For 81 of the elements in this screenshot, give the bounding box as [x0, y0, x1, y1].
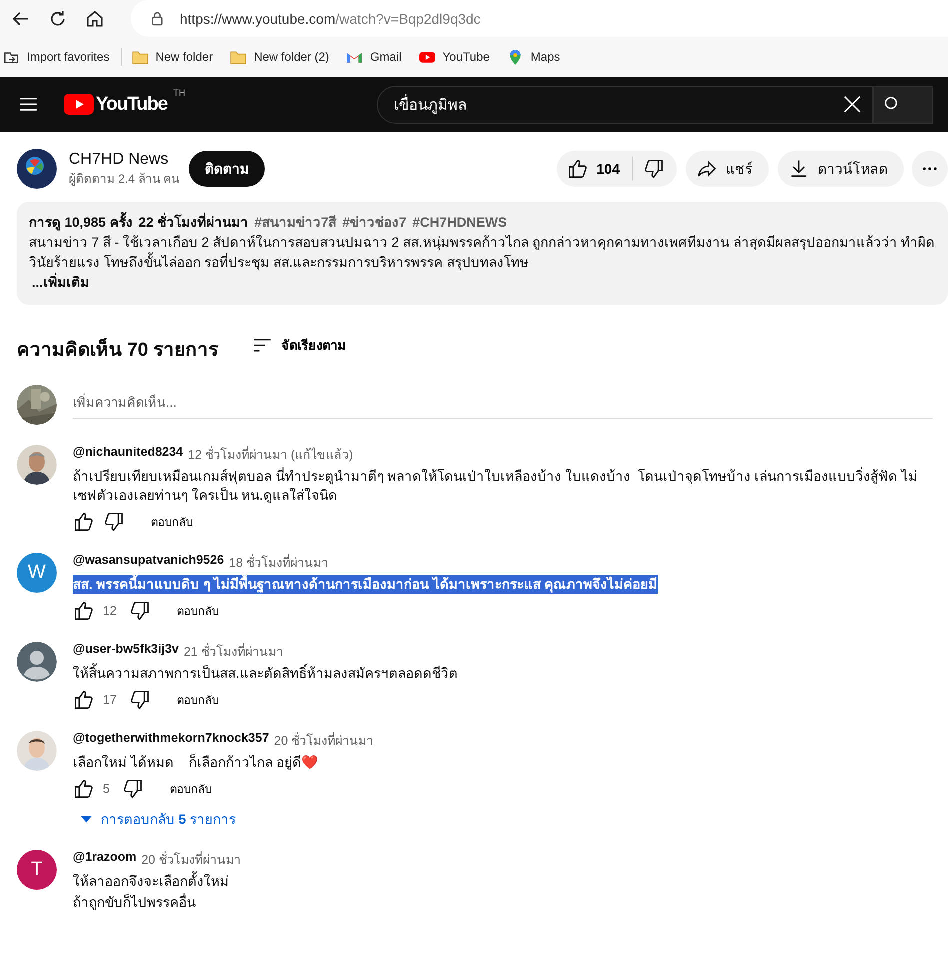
hashtag-link[interactable]: #CH7HDNEWS: [412, 213, 508, 233]
channel-avatar[interactable]: [17, 149, 57, 189]
bookmark[interactable]: New folder: [132, 48, 214, 66]
thumbs-up-icon: [73, 689, 95, 711]
dislike-button[interactable]: [122, 778, 144, 800]
reply-button[interactable]: ตอบกลับ: [176, 691, 219, 709]
comment-input[interactable]: เพิ่มความคิดเห็น...: [73, 391, 933, 419]
bookmark[interactable]: Maps: [506, 48, 560, 66]
channel-name[interactable]: CH7HD News: [69, 150, 189, 168]
replies-toggle[interactable]: การตอบกลับ 5 รายการ: [73, 808, 236, 830]
like-button[interactable]: [73, 689, 95, 711]
bookmark[interactable]: Import favorites: [3, 48, 110, 66]
comment-text: ให้สิ้นความสภาพการเป็นสส.และตัดสิทธิ์ห้ามลงสมัครฯตลอดดชีวิต: [73, 664, 918, 683]
more-icon: [923, 167, 937, 171]
user-avatar-icon[interactable]: [17, 642, 57, 682]
bookmark[interactable]: Gmail: [346, 48, 402, 66]
comment-time[interactable]: 12 ชั่วโมงที่ผ่านมา (แก้ไขแล้ว): [188, 445, 354, 465]
share-button[interactable]: แชร์: [686, 151, 769, 187]
share-arrow-icon: [696, 158, 718, 180]
menu-icon[interactable]: [19, 97, 38, 112]
thumbs-up-icon: [566, 158, 589, 180]
thumbs-up-icon: [73, 511, 95, 533]
upload-age: 22 ชั่วโมงที่ผ่านมา: [138, 213, 249, 233]
url-host: https://www.youtube.com: [180, 10, 336, 26]
reply-button[interactable]: ตอบกลับ: [176, 602, 219, 620]
dislike-button[interactable]: [128, 689, 151, 711]
like-count: 12: [103, 604, 117, 618]
download-button[interactable]: ดาวน์โหลด: [778, 151, 904, 187]
sort-icon: [252, 338, 272, 352]
comment-author[interactable]: @togetherwithmekorn7knock357: [73, 731, 270, 751]
letter-avatar[interactable]: W: [17, 553, 57, 593]
caret-icon: [81, 816, 92, 822]
hashtag-link[interactable]: #ข่าวช่อง7: [342, 213, 407, 233]
thumbs-up-icon: [73, 600, 95, 622]
subscriber-count: ผู้ติดตาม 2.4 ล้าน คน: [69, 170, 181, 188]
comment-author[interactable]: @user-bw5fk3ij3v: [73, 642, 179, 662]
subscribe-button[interactable]: ติดตาม: [189, 151, 265, 187]
bookmark[interactable]: New folder (2): [230, 48, 330, 66]
comment-author[interactable]: @1razoom: [73, 850, 137, 870]
thumbs-down-icon: [103, 511, 125, 533]
comment-text: เลือกใหม่ ได้หมด ก็เลือกก้าวไกล อยู่ดี❤: [73, 753, 320, 772]
description-text: สนามข่าว 7 สี - ใช้เวลาเกือบ 2 สัปดาห์ในการสอบสวนปมฉาว 2 สส.หนุ่มพรรคก้าวไกล ถูกกล่าวหาคุกคามทางเพศทีมงาน ล่าสุดมีผลสรุปออกมาแล้วว่า ทำผิดวินัยร้ายแรง โทษถึงขั้นไล่ออก รอที่ประชุม สส.และกรรมการบริหารพรรค สรุปบทลงโทษ: [29, 234, 936, 272]
hashtag-link[interactable]: #สนามข่าว7สี: [254, 213, 337, 233]
comment-text: ให้ลาออกจึงจะเลือกตั้งใหม่: [73, 872, 918, 891]
comment-author[interactable]: @wasansupatvanich9526: [73, 553, 224, 573]
show-more-link[interactable]: ...เพิ่มเติม: [32, 273, 90, 293]
play-icon: [64, 94, 94, 115]
comment-text: ถ้าถูกขับก็ไปพรรคอื่น: [73, 893, 197, 912]
thumbs-down-icon: [122, 778, 144, 800]
like-button[interactable]: [73, 778, 95, 800]
sort-button[interactable]: จัดเรียงตาม: [252, 334, 347, 356]
thumbs-down-icon: [128, 689, 151, 711]
letter-avatar[interactable]: T: [17, 850, 57, 890]
like-count: 17: [103, 693, 117, 707]
close-icon[interactable]: [843, 95, 862, 114]
search-field[interactable]: เขื่อนภูมิพล: [377, 86, 873, 124]
url-path: /watch?v=Bqp2dl9q3dc: [336, 10, 481, 26]
dislike-button[interactable]: [128, 600, 151, 622]
search-button[interactable]: [873, 86, 933, 124]
thumbs-up-icon: [73, 778, 95, 800]
comment-time[interactable]: 20 ชั่วโมงที่ผ่านมา: [274, 731, 374, 751]
dislike-button[interactable]: [103, 511, 125, 533]
comment-text: ถ้าเปรียบเทียบเหมือนเกมส์ฟุตบอล นี่ทำประตูนำมาตีๆ พลาดให้โดนเป่าใบเหลืองบ้าง ใบแดงบ้าง โดนเป่าจุดโทษบ้าง เล่นการเมืองแบบวิ่งสู้ฟัด ไม่เซฟตัวเองเลยท่านๆ ใครเป็น หน.ดูแลใส่ใจนิด: [73, 467, 918, 505]
like-button[interactable]: [73, 511, 95, 533]
bookmark[interactable]: YouTube: [418, 48, 490, 66]
lock-icon: [151, 11, 164, 26]
like-button[interactable]: 104: [556, 151, 632, 187]
comments-title: ความคิดเห็น 70 รายการ: [17, 337, 219, 363]
comment-author[interactable]: @nichaunited8234: [73, 445, 184, 465]
comment-time[interactable]: 21 ชั่วโมงที่ผ่านมา: [184, 642, 284, 662]
comment-text: สส. พรรคนี้มาแบบดิบ ๆ ไม่มีพื้นฐาณทางด้านการเมืองมาก่อน ได้มาเพราะกระแส คุณภาพจึงไม่ค่อยมี: [73, 575, 658, 594]
comment-time[interactable]: 20 ชั่วโมงที่ผ่านมา: [142, 850, 241, 870]
comment-time[interactable]: 18 ชั่วโมงที่ผ่านมา: [229, 553, 329, 573]
view-count: การดู 10,985 ครั้ง: [29, 213, 133, 233]
like-button[interactable]: [73, 600, 95, 622]
like-count: 5: [103, 782, 110, 796]
reply-button[interactable]: ตอบกลับ: [170, 780, 212, 798]
reply-button[interactable]: ตอบกลับ: [151, 513, 193, 531]
thumbs-down-icon: [643, 158, 665, 180]
thumbs-down-icon: [128, 600, 151, 622]
address-bar[interactable]: https://www.youtube.com/watch?v=Bqp2dl9q3dc: [131, 0, 948, 37]
